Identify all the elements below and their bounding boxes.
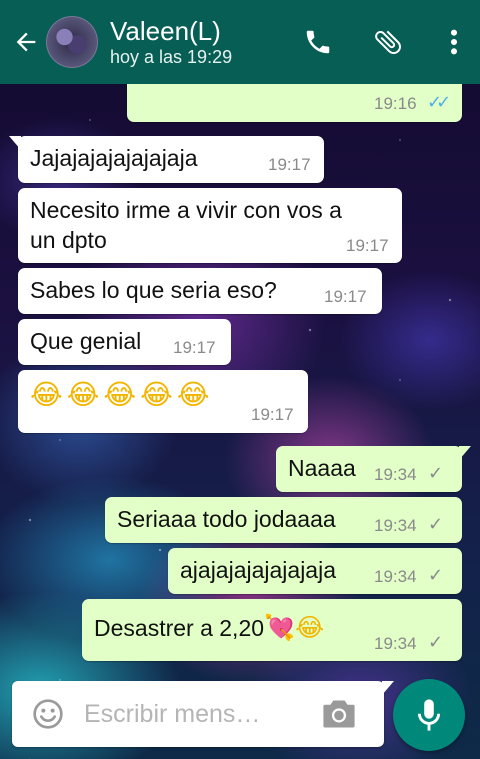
message-time: 19:16 [374,94,417,113]
message-text: Naaaa [288,455,356,481]
sent-tick-icon: ✓ [428,565,444,585]
voice-record-button[interactable] [393,679,465,751]
contact-avatar[interactable] [46,16,98,68]
contact-name: Valeen(L) [110,16,221,46]
emoji-button[interactable] [32,698,64,730]
camera-button[interactable] [322,699,356,729]
message-composer [12,681,394,747]
message-time: 19:34 [374,516,417,535]
composer-tail [382,681,394,695]
attach-button[interactable] [366,0,410,84]
message-outgoing[interactable]: Desastrer a 2,20💘😂 19:34 ✓ [82,599,462,661]
message-time: 19:17 [173,338,216,357]
last-seen-status: hoy a las 19:29 [110,47,233,67]
smiley-icon [33,699,63,729]
message-text: Seriaaa todo jodaaaa [117,506,336,532]
message-outgoing[interactable]: ajajajajajajajaja 19:34 ✓ [168,548,462,594]
message-outgoing[interactable]: 19:16 ✓✓ [127,84,462,122]
message-text: Necesito irme a vivir con vos a [30,197,342,223]
back-button[interactable] [6,0,46,84]
message-text: Que genial [30,328,142,354]
sent-tick-icon: ✓ [428,632,444,652]
sent-tick-icon: ✓ [428,463,444,483]
bubble-tail [9,136,21,150]
message-outgoing[interactable]: Seriaaa todo jodaaaa 19:34 ✓ [105,497,462,543]
bubble-tail [459,446,471,460]
paperclip-icon [375,30,401,55]
message-text: Jajajajajajajajaja [30,145,198,171]
contact-info[interactable]: Valeen(L) hoy a las 19:29 [110,16,296,68]
message-text-line: Desastrer a 2,20💘😂 [94,613,324,643]
message-incoming[interactable]: Necesito irme a vivir con vos a un dpto … [18,188,402,263]
more-vert-icon [450,29,458,55]
message-incoming[interactable]: Que genial 19:17 [18,319,231,365]
message-incoming[interactable]: 😂😂😂😂😂 19:17 [18,370,308,433]
message-time: 19:17 [346,236,389,255]
message-text: ajajajajajajajaja [180,557,337,583]
message-time: 19:17 [251,405,294,424]
message-emoji: 💘😂 [264,613,325,642]
message-time: 19:17 [268,155,311,174]
phone-icon [306,30,330,54]
call-button[interactable] [296,0,340,84]
message-outgoing[interactable]: Naaaa 19:34 ✓ [276,446,471,492]
back-arrow-icon [16,32,36,52]
camera-icon [323,700,355,728]
read-ticks-icon: ✓✓ [427,92,451,112]
message-text-line-2: un dpto [30,227,107,253]
message-incoming[interactable]: Sabes lo que seria eso? 19:17 [18,268,382,314]
message-text: Desastrer a 2,20 [94,615,265,641]
chat-header: Valeen(L) hoy a las 19:29 [0,0,480,84]
message-time: 19:17 [324,287,367,306]
microphone-icon [417,699,441,731]
message-time: 19:34 [374,465,417,484]
sent-tick-icon: ✓ [428,514,444,534]
menu-button[interactable] [436,0,472,84]
message-time: 19:34 [374,567,417,586]
message-time: 19:34 [374,634,417,653]
message-emoji-text: 😂😂😂😂😂 [30,378,214,411]
message-incoming[interactable]: Jajajajajajajajaja 19:17 [9,136,324,183]
message-input[interactable] [84,697,314,731]
message-text: Sabes lo que seria eso? [30,277,277,303]
